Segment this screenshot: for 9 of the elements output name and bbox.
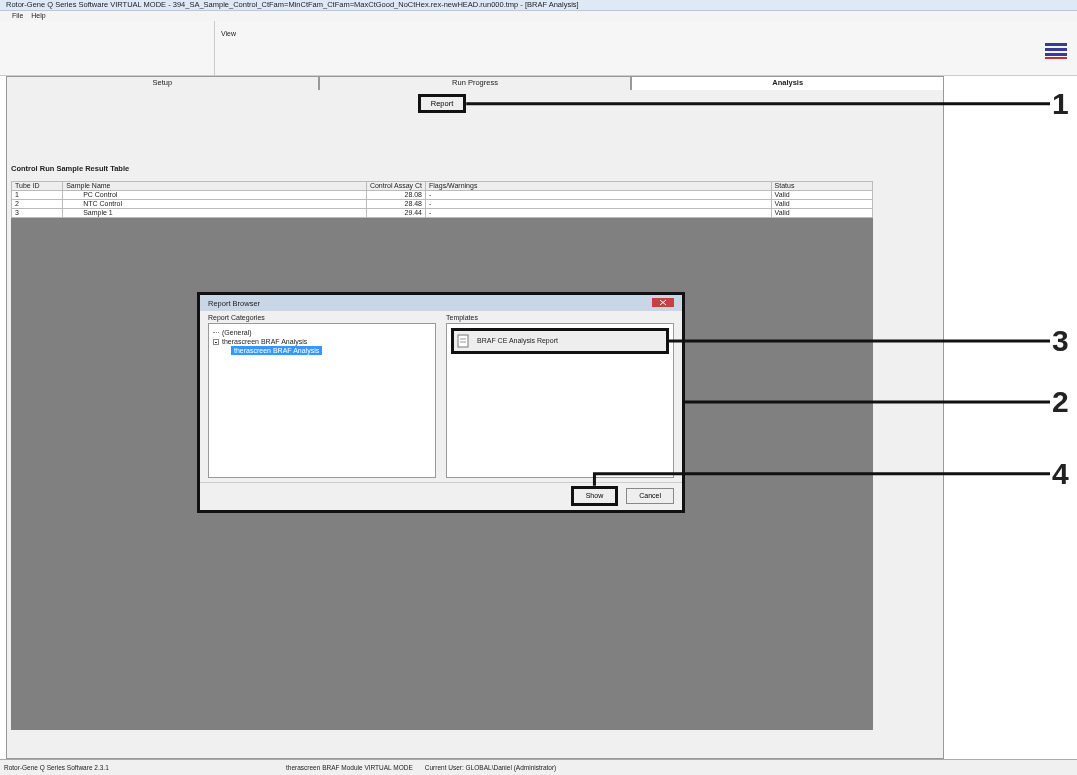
callout-number: 2 (1052, 387, 1069, 417)
close-icon[interactable] (652, 297, 674, 307)
tree-line-icon (213, 332, 219, 333)
callout-number: 3 (1052, 326, 1069, 356)
callout-number: 4 (1052, 458, 1069, 489)
expander-icon[interactable] (213, 338, 219, 345)
callout-number: 1 (1052, 88, 1069, 119)
document-icon (457, 334, 469, 348)
logo-icon (1045, 43, 1067, 59)
